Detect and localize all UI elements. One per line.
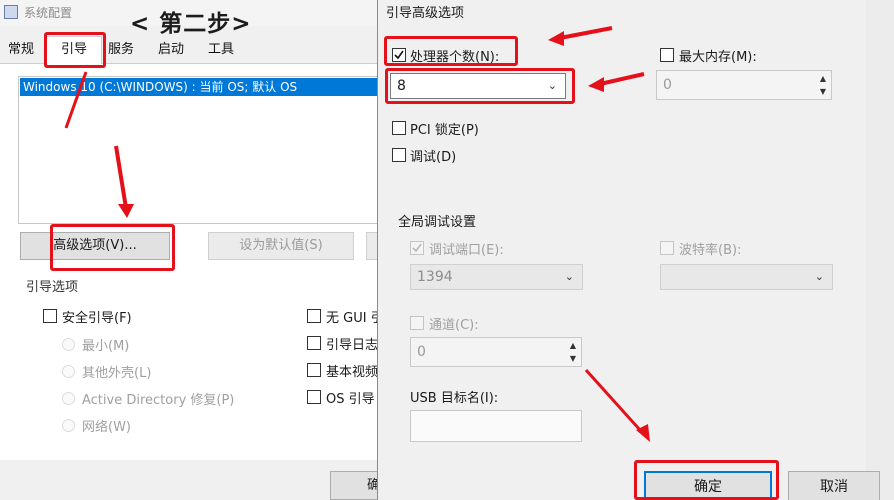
safe-boot-label: 安全引导(F) <box>62 311 132 326</box>
debug-port-label: 调试端口(E): <box>429 243 504 258</box>
radio-minimal-label: 最小(M) <box>82 339 130 354</box>
tab-strip: 常规 引导 服务 启动 工具 <box>0 36 400 65</box>
boot-log-label: 引导日志 <box>326 338 379 353</box>
set-default-button[interactable]: 设为默认值(S) <box>208 232 354 260</box>
spinner-arrows-icon[interactable]: ▲ ▼ <box>817 72 829 98</box>
spinner-arrows-icon[interactable]: ▲ ▼ <box>567 339 579 365</box>
base-video-label: 基本视频 <box>326 365 379 380</box>
no-gui-boot-label: 无 GUI 引 <box>326 311 384 326</box>
radio-alternate-shell[interactable] <box>62 365 75 378</box>
num-processors-dropdown[interactable]: 8 ⌄ <box>390 73 566 99</box>
os-boot-info-checkbox[interactable] <box>307 390 321 404</box>
num-processors-label: 处理器个数(N): <box>410 50 500 65</box>
num-processors-checkbox[interactable] <box>392 48 406 62</box>
tab-tools[interactable]: 工具 <box>204 40 238 62</box>
checkmark-icon <box>412 243 422 253</box>
os-list[interactable]: Windows 10 (C:\WINDOWS) : 当前 OS; 默认 OS <box>18 76 388 224</box>
debug-port-value: 1394 <box>417 269 453 285</box>
os-boot-info-label: OS 引导 <box>326 392 375 407</box>
os-list-item-selected[interactable]: Windows 10 (C:\WINDOWS) : 当前 OS; 默认 OS <box>20 78 382 96</box>
tab-boot[interactable]: 引导 <box>46 36 102 65</box>
global-debug-group-title: 全局调试设置 <box>398 215 477 230</box>
usb-target-input[interactable] <box>410 410 582 442</box>
ok-button[interactable]: 确定 <box>644 471 772 500</box>
pci-lock-checkbox[interactable] <box>392 121 406 135</box>
num-processors-value: 8 <box>397 78 406 94</box>
channel-checkbox[interactable] <box>410 316 424 330</box>
base-video-checkbox[interactable] <box>307 363 321 377</box>
dialog-titlebar: 引导高级选项 <box>378 0 894 26</box>
radio-ad-repair-label: Active Directory 修复(P) <box>82 393 235 408</box>
channel-spinner[interactable]: 0 ▲ ▼ <box>410 337 582 367</box>
max-memory-label: 最大内存(M): <box>679 50 757 65</box>
tab-services[interactable]: 服务 <box>104 40 138 62</box>
radio-network[interactable] <box>62 419 75 432</box>
baud-rate-label: 波特率(B): <box>679 243 742 258</box>
channel-value: 0 <box>417 344 426 360</box>
tab-general[interactable]: 常规 <box>4 40 38 62</box>
max-memory-value: 0 <box>663 77 672 93</box>
system-config-window: 系统配置 常规 引导 服务 启动 工具 Windows 10 (C:\WINDO… <box>0 0 400 500</box>
checkmark-icon <box>394 50 404 60</box>
system-config-title: 系统配置 <box>24 6 73 20</box>
boot-options-title: 引导选项 <box>26 280 79 295</box>
max-memory-spinner[interactable]: 0 ▲ ▼ <box>656 70 832 100</box>
step-annotation-label: < 第二步> <box>130 11 252 37</box>
usb-target-label: USB 目标名(I): <box>410 391 499 406</box>
debug-port-dropdown[interactable]: 1394 ⌄ <box>410 264 583 290</box>
dialog-right-panel <box>866 0 894 500</box>
baud-rate-dropdown[interactable]: ⌄ <box>660 264 833 290</box>
pci-lock-label: PCI 锁定(P) <box>410 123 479 138</box>
debug-port-checkbox[interactable] <box>410 241 424 255</box>
dialog-title: 引导高级选项 <box>386 6 465 21</box>
chevron-down-icon: ⌄ <box>814 270 824 283</box>
chevron-down-icon: ⌄ <box>547 79 557 92</box>
chevron-down-icon: ⌄ <box>564 270 574 283</box>
radio-network-label: 网络(W) <box>82 420 131 435</box>
radio-ad-repair[interactable] <box>62 392 75 405</box>
tab-startup[interactable]: 启动 <box>154 40 188 62</box>
system-config-app-icon <box>4 5 18 19</box>
channel-label: 通道(C): <box>429 318 479 333</box>
radio-alternate-shell-label: 其他外壳(L) <box>82 366 152 381</box>
safe-boot-checkbox[interactable] <box>43 309 57 323</box>
boot-log-checkbox[interactable] <box>307 336 321 350</box>
debug-checkbox[interactable] <box>392 148 406 162</box>
max-memory-checkbox[interactable] <box>660 48 674 62</box>
baud-rate-checkbox[interactable] <box>660 241 674 255</box>
advanced-options-button[interactable]: 高级选项(V)... <box>20 232 170 260</box>
debug-label: 调试(D) <box>410 150 457 165</box>
no-gui-boot-checkbox[interactable] <box>307 309 321 323</box>
radio-minimal[interactable] <box>62 338 75 351</box>
cancel-button[interactable]: 取消 <box>788 471 880 500</box>
